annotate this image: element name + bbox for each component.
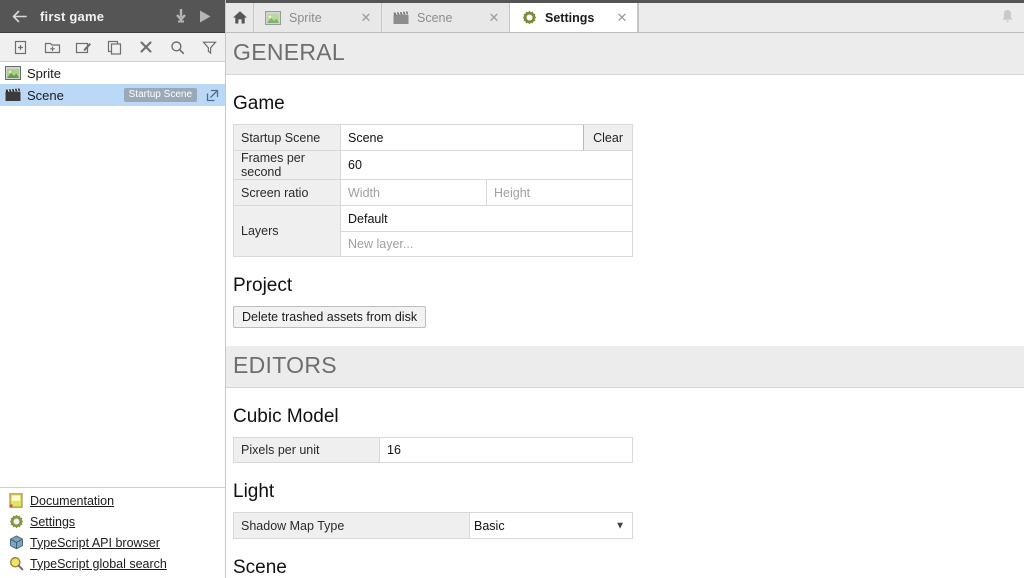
tab-scene[interactable]: Scene ✕: [382, 3, 510, 32]
screen-ratio-height-input[interactable]: Height: [486, 180, 632, 205]
gear-icon: [6, 513, 26, 531]
group-title-scene: Scene: [233, 557, 287, 578]
shadow-map-type-label: Shadow Map Type: [233, 512, 470, 539]
status-badge: Startup Scene: [123, 88, 197, 102]
startup-scene-value[interactable]: Scene: [341, 131, 583, 145]
layer-new-input[interactable]: New layer...: [341, 231, 632, 256]
light-table: Shadow Map Type Basic ▼: [233, 512, 633, 539]
table-row: Screen ratio Width Height: [233, 179, 633, 206]
layer-item-default[interactable]: Default: [341, 206, 632, 231]
cube-icon: [6, 534, 26, 552]
tab-bar-spacer: [638, 3, 1024, 32]
gear-icon: [520, 10, 538, 26]
book-icon: [6, 492, 26, 510]
tab-sprite[interactable]: Sprite ✕: [254, 3, 382, 32]
asset-row-scene[interactable]: Scene Startup Scene: [0, 84, 225, 106]
application-root: first game Sprite Scene Startup Scene Do…: [0, 0, 1024, 578]
section-banner-general: GENERAL: [226, 33, 1024, 75]
search-icon[interactable]: [162, 34, 193, 60]
play-icon[interactable]: [193, 4, 217, 28]
footer-label: Documentation: [30, 493, 115, 508]
image-icon: [264, 10, 282, 26]
file-plus-icon[interactable]: [5, 34, 36, 60]
footer-item-settings[interactable]: Settings: [0, 511, 225, 532]
bell-icon[interactable]: [1001, 9, 1014, 27]
section-banner-editors: EDITORS: [226, 346, 1024, 388]
close-icon[interactable]: ✕: [485, 9, 503, 27]
screen-ratio-width-input[interactable]: Width: [341, 180, 486, 205]
pixels-per-unit-input[interactable]: 16: [379, 437, 633, 463]
external-link-icon[interactable]: [203, 87, 221, 103]
group-title-project: Project: [233, 275, 293, 296]
duplicate-icon[interactable]: [99, 34, 130, 60]
game-settings-table: Startup Scene Scene Clear Frames per sec…: [233, 124, 633, 257]
shadow-map-type-cell: Basic ▼: [469, 512, 633, 539]
folder-plus-icon[interactable]: [36, 34, 67, 60]
shadow-map-type-select[interactable]: Basic: [470, 514, 632, 537]
group-title-cubic-model: Cubic Model: [233, 406, 339, 427]
asset-label: Scene: [27, 87, 64, 103]
clapperboard-icon: [392, 10, 410, 26]
table-row: Shadow Map Type Basic ▼: [233, 512, 633, 539]
frames-per-second-input[interactable]: 60: [340, 150, 633, 180]
filter-icon[interactable]: [194, 34, 225, 60]
settings-content: GENERAL Game Startup Scene Scene Clear F…: [226, 33, 1024, 578]
group-title-light: Light: [233, 481, 275, 502]
close-icon[interactable]: ✕: [613, 9, 631, 27]
project-header: first game: [0, 0, 225, 33]
clapperboard-icon: [4, 87, 22, 103]
tab-settings[interactable]: Settings ✕: [510, 3, 638, 32]
home-icon[interactable]: [226, 3, 254, 32]
footer-item-typescript-api-browser[interactable]: TypeScript API browser: [0, 532, 225, 553]
asset-tree: Sprite Scene Startup Scene: [0, 62, 225, 487]
footer-item-typescript-global-search[interactable]: TypeScript global search: [0, 553, 225, 574]
table-row: Pixels per unit 16: [233, 437, 633, 463]
asset-label: Sprite: [27, 65, 61, 81]
footer-label: TypeScript API browser: [30, 535, 160, 550]
screen-ratio-label: Screen ratio: [233, 179, 341, 206]
table-row: Startup Scene Scene Clear: [233, 124, 633, 151]
rename-icon[interactable]: [68, 34, 99, 60]
clear-button[interactable]: Clear: [583, 125, 632, 150]
tab-label: Scene: [417, 10, 453, 25]
tab-bar: Sprite ✕ Scene ✕ Settings ✕: [226, 0, 1024, 33]
delete-trashed-assets-button[interactable]: Delete trashed assets from disk: [233, 306, 427, 328]
footer-label: TypeScript global search: [30, 556, 167, 571]
download-icon[interactable]: [169, 4, 193, 28]
close-x-icon[interactable]: [131, 34, 162, 60]
table-row: Frames per second 60: [233, 150, 633, 180]
tab-label: Sprite: [289, 10, 322, 25]
pixels-per-unit-label: Pixels per unit: [233, 437, 380, 463]
footer-item-documentation[interactable]: Documentation: [0, 490, 225, 511]
image-icon: [4, 65, 22, 81]
left-footer: Documentation Settings TypeScript API br…: [0, 487, 225, 578]
main-area: Sprite ✕ Scene ✕ Settings ✕ GENERAL Game…: [226, 0, 1024, 578]
left-panel: first game Sprite Scene Startup Scene Do…: [0, 0, 226, 578]
tab-label: Settings: [545, 10, 595, 25]
arrow-left-icon[interactable]: [8, 5, 30, 27]
table-row: Layers Default New layer...: [233, 205, 633, 257]
layers-label: Layers: [233, 205, 341, 257]
footer-label: Settings: [30, 514, 76, 529]
cubic-model-table: Pixels per unit 16: [233, 437, 633, 463]
screen-ratio-cell: Width Height: [340, 179, 633, 206]
project-title: first game: [40, 8, 105, 24]
startup-scene-cell: Scene Clear: [340, 124, 633, 151]
startup-scene-label: Startup Scene: [233, 124, 341, 151]
frames-per-second-label: Frames per second: [233, 150, 341, 180]
group-title-game: Game: [233, 93, 285, 114]
magnifier-icon: [6, 555, 26, 573]
asset-row-sprite[interactable]: Sprite: [0, 62, 225, 84]
close-icon[interactable]: ✕: [357, 9, 375, 27]
layers-cell: Default New layer...: [340, 205, 633, 257]
asset-toolbar: [0, 33, 225, 62]
